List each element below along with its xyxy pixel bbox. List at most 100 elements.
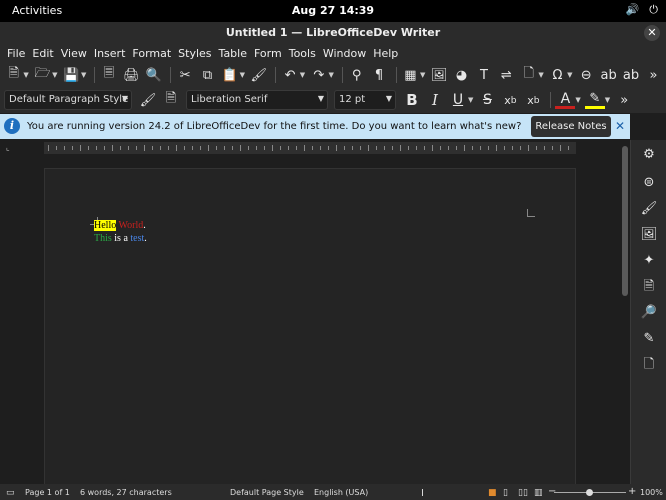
- undo-icon[interactable]: ↶: [280, 65, 299, 85]
- menu-form[interactable]: Form: [251, 44, 286, 63]
- paragraph-2[interactable]: This is a test.: [94, 232, 147, 245]
- zoom-slider-thumb[interactable]: [586, 489, 593, 496]
- font-color-icon[interactable]: A: [555, 91, 576, 109]
- menu-edit[interactable]: Edit: [29, 44, 57, 63]
- ruler-tick: [376, 146, 377, 150]
- font-size-combo[interactable]: 12 pt ▼: [334, 90, 396, 110]
- autocorrect-icon[interactable]: ab: [621, 65, 640, 85]
- document-page[interactable]: Hello World. This is a test.: [44, 168, 576, 488]
- menu-file[interactable]: File: [4, 44, 29, 63]
- insert-table-icon[interactable]: ▦: [401, 65, 420, 85]
- redo-icon[interactable]: ↷: [309, 65, 328, 85]
- copy-icon[interactable]: ⧉: [198, 65, 217, 85]
- zoom-level-status[interactable]: 100%: [640, 488, 663, 497]
- table-dropdown-icon[interactable]: ▼: [420, 71, 425, 79]
- horizontal-ruler[interactable]: [44, 142, 576, 154]
- formatting-marks-icon[interactable]: ¶: [369, 65, 388, 85]
- sidebar-navigator-icon[interactable]: ✦: [640, 252, 658, 270]
- new-document-icon[interactable]: 🗎: [4, 65, 23, 85]
- system-tray[interactable]: 🔊 ⏻: [626, 3, 658, 17]
- spelling-icon[interactable]: ab: [599, 65, 618, 85]
- book-view-icon[interactable]: ▥: [534, 488, 543, 498]
- activities-button[interactable]: Activities: [12, 4, 62, 17]
- clock[interactable]: Aug 27 14:39: [0, 4, 666, 17]
- single-page-view-icon[interactable]: ▯: [503, 488, 508, 498]
- special-character-icon[interactable]: Ω: [548, 65, 567, 85]
- field-dropdown-icon[interactable]: ▼: [538, 71, 543, 79]
- highlight-dropdown-icon[interactable]: ▼: [605, 96, 610, 104]
- export-pdf-icon[interactable]: 🗏: [99, 65, 118, 85]
- paste-dropdown-icon[interactable]: ▼: [240, 71, 245, 79]
- sidebar-manage-changes-icon[interactable]: ✎: [640, 330, 658, 348]
- tab-stop-selector-icon[interactable]: ⌞: [6, 143, 10, 152]
- find-replace-icon[interactable]: ⚲: [347, 65, 366, 85]
- toolbar-overflow-icon[interactable]: »: [644, 65, 663, 85]
- print-icon[interactable]: 🖨: [122, 65, 141, 85]
- redo-dropdown-icon[interactable]: ▼: [329, 71, 334, 79]
- language-status[interactable]: English (USA): [314, 488, 368, 497]
- highlight-color-icon[interactable]: ✎: [584, 91, 605, 109]
- zoom-in-icon[interactable]: +: [628, 486, 636, 497]
- sidebar-properties-icon[interactable]: ⊜: [640, 174, 658, 192]
- clone-formatting-icon[interactable]: 🖌: [249, 65, 268, 85]
- menu-insert[interactable]: Insert: [91, 44, 130, 63]
- multi-page-view-icon[interactable]: ▯▯: [518, 488, 528, 498]
- underline-dropdown-icon[interactable]: ▼: [468, 96, 473, 104]
- window-close-button[interactable]: ✕: [644, 25, 660, 41]
- insert-field-icon[interactable]: ⇌: [497, 65, 516, 85]
- sidebar-design-icon[interactable]: 🗋: [640, 356, 658, 374]
- font-color-dropdown-icon[interactable]: ▼: [575, 96, 580, 104]
- new-dropdown-icon[interactable]: ▼: [23, 71, 28, 79]
- sidebar-gallery-icon[interactable]: 🖼: [640, 226, 658, 244]
- page-number-status[interactable]: Page 1 of 1: [25, 488, 70, 497]
- view-layout-icon[interactable]: ▭: [6, 488, 15, 498]
- superscript-icon[interactable]: xb: [500, 90, 520, 110]
- underline-icon[interactable]: U: [448, 90, 468, 110]
- infobar-close-icon[interactable]: ✕: [615, 119, 625, 133]
- ruler-tick: [368, 145, 369, 151]
- subscript-icon[interactable]: xb: [523, 90, 543, 110]
- paragraph-style-combo[interactable]: Default Paragraph Style ▼: [4, 90, 132, 110]
- open-folder-icon[interactable]: 🗁: [33, 65, 52, 85]
- menu-tools[interactable]: Tools: [286, 44, 320, 63]
- word-count-status[interactable]: 6 words, 27 characters: [80, 488, 172, 497]
- window-titlebar: Untitled 1 — LibreOfficeDev Writer ✕: [0, 22, 666, 44]
- insert-page-break-icon[interactable]: 🗋: [519, 65, 538, 85]
- sidebar-styles-icon[interactable]: 🖌: [640, 200, 658, 218]
- undo-dropdown-icon[interactable]: ▼: [300, 71, 305, 79]
- vertical-scrollbar[interactable]: [620, 140, 630, 484]
- insert-textbox-icon[interactable]: T: [474, 65, 493, 85]
- menu-window[interactable]: Window: [320, 44, 370, 63]
- release-notes-button[interactable]: Release Notes: [531, 116, 611, 137]
- save-icon[interactable]: 💾: [62, 65, 81, 85]
- save-dropdown-icon[interactable]: ▼: [81, 71, 86, 79]
- new-style-icon[interactable]: 🗎: [161, 90, 181, 110]
- insert-chart-icon[interactable]: ◕: [452, 65, 471, 85]
- paste-icon[interactable]: 📋: [220, 65, 239, 85]
- paragraph-1[interactable]: Hello World.: [94, 219, 147, 232]
- print-preview-icon[interactable]: 🔍: [144, 65, 163, 85]
- special-character-dropdown-icon[interactable]: ▼: [567, 71, 572, 79]
- strikethrough-icon[interactable]: S: [477, 90, 497, 110]
- font-name-combo[interactable]: Liberation Serif ▼: [186, 90, 328, 110]
- menu-table[interactable]: Table: [216, 44, 251, 63]
- menu-format[interactable]: Format: [129, 44, 175, 63]
- menu-styles[interactable]: Styles: [175, 44, 215, 63]
- menu-help[interactable]: Help: [370, 44, 402, 63]
- bold-icon[interactable]: B: [402, 90, 422, 110]
- sidebar-settings-icon[interactable]: ⚙: [640, 146, 658, 164]
- menu-view[interactable]: View: [58, 44, 91, 63]
- update-style-icon[interactable]: 🖌: [138, 90, 158, 110]
- italic-icon[interactable]: I: [425, 90, 445, 110]
- sidebar-page-icon[interactable]: 🗎: [640, 278, 658, 296]
- cut-icon[interactable]: ✂: [175, 65, 194, 85]
- toolbar-overflow-icon[interactable]: »: [614, 90, 634, 110]
- formatting-toolbar: Default Paragraph Style ▼ 🖌 🗎 Liberation…: [0, 87, 666, 113]
- document-text[interactable]: Hello World. This is a test.: [94, 219, 147, 245]
- scrollbar-thumb[interactable]: [622, 146, 628, 296]
- insert-image-icon[interactable]: 🖼: [429, 65, 448, 85]
- page-style-status[interactable]: Default Page Style: [230, 488, 304, 497]
- open-dropdown-icon[interactable]: ▼: [52, 71, 57, 79]
- sidebar-style-inspector-icon[interactable]: 🔎: [640, 304, 658, 322]
- track-changes-icon[interactable]: ⊖: [577, 65, 596, 85]
